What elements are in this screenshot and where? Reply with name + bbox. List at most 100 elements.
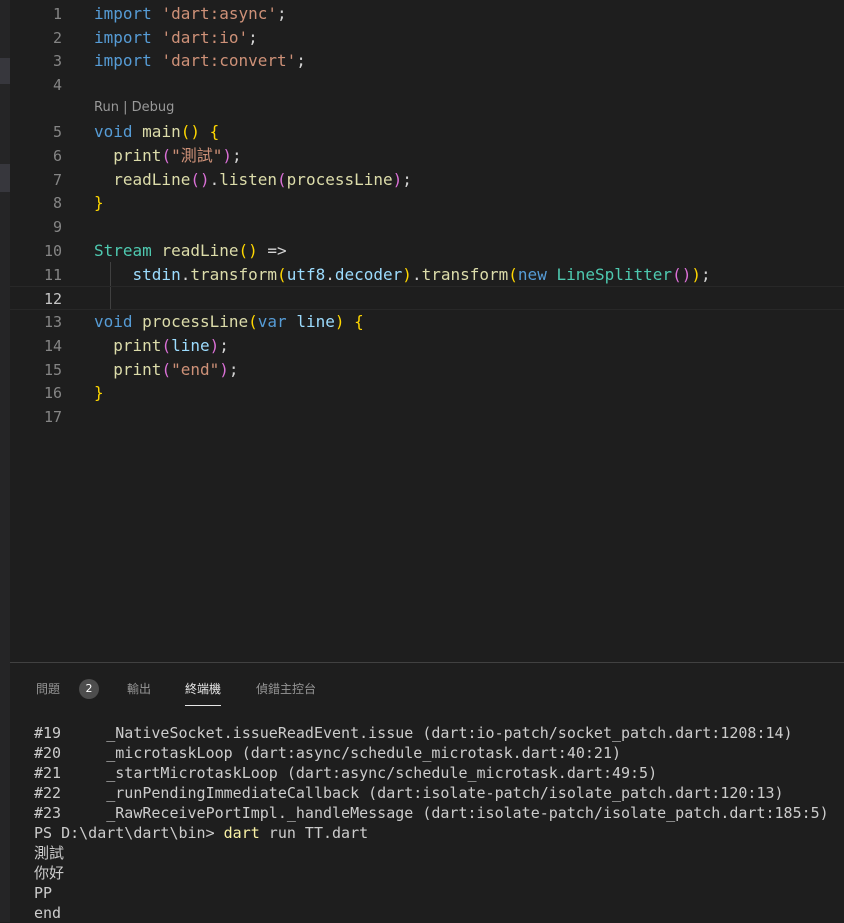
code-text: import 'dart:convert'; [94, 49, 306, 73]
tab-debug-console[interactable]: 偵錯主控台 [256, 679, 316, 699]
code-token: . [209, 170, 220, 189]
code-token: utf8 [286, 265, 326, 284]
code-token: 'dart:async' [161, 4, 278, 23]
line-number: 4 [52, 76, 62, 94]
code-token: ; [232, 146, 242, 165]
terminal-line: #19 _NativeSocket.issueReadEvent.issue (… [34, 724, 793, 742]
debug-codelens[interactable]: Debug [132, 100, 175, 115]
code-token: ; [228, 360, 239, 379]
code-token: { [209, 122, 220, 141]
code-token: line [171, 336, 210, 355]
code-line[interactable]: 11 stdin.transform(utf8.decoder).transfo… [10, 263, 844, 287]
code-line[interactable]: 6 print("測試"); [10, 144, 844, 168]
code-line[interactable]: 16} [10, 381, 844, 405]
code-line[interactable]: 7 readLine().listen(processLine); [10, 168, 844, 192]
code-token: ; [700, 265, 711, 284]
code-token: readLine [161, 241, 239, 260]
terminal-output-line: PP [34, 884, 53, 902]
line-number: 14 [43, 337, 62, 355]
line-number: 12 [43, 290, 62, 308]
panel-tabs: 問題 2 輸出 終端機 偵錯主控台 [10, 663, 844, 711]
code-token: ) [402, 265, 412, 284]
terminal-output-line: end [34, 904, 62, 922]
code-token: readLine [113, 170, 191, 189]
code-token: ( [277, 170, 287, 189]
code-token: ) [334, 312, 345, 331]
code-token: ; [402, 170, 412, 189]
line-number: 17 [43, 408, 62, 426]
codelens: Run | Debug [94, 98, 174, 118]
terminal-line: #21 _startMicrotaskLoop (dart:async/sche… [34, 764, 658, 782]
code-token: LineSplitter [556, 265, 673, 284]
line-number: 13 [43, 313, 62, 331]
code-line[interactable]: 14 print(line); [10, 334, 844, 358]
code-line[interactable]: 2 import 'dart:io'; [10, 26, 844, 50]
code-editor[interactable]: Run | Debug 1 import 'dart:async'; 2 import… [10, 0, 844, 662]
code-line[interactable]: 8} [10, 191, 844, 215]
code-token: new [517, 265, 547, 284]
code-token: line [296, 312, 335, 331]
code-token: . [325, 265, 335, 284]
code-token: ( [161, 336, 172, 355]
code-line[interactable]: 15 print("end"); [10, 358, 844, 382]
terminal[interactable]: #19 _NativeSocket.issueReadEvent.issue (… [34, 723, 834, 923]
tab-problems[interactable]: 問題 [36, 679, 60, 699]
code-token: ; [277, 4, 287, 23]
code-line[interactable]: 9 [10, 215, 844, 239]
line-number: 16 [43, 384, 62, 402]
code-token: ( [161, 146, 172, 165]
code-token: import [94, 28, 152, 47]
code-token: => [257, 241, 287, 260]
code-token: } [94, 193, 104, 212]
code-token: ( [161, 360, 172, 379]
line-number: 5 [52, 123, 62, 141]
code-text: import 'dart:io'; [94, 26, 258, 50]
tab-output[interactable]: 輸出 [127, 679, 151, 699]
code-token: ( [508, 265, 518, 284]
terminal-output-line: 你好 [34, 864, 65, 882]
tab-terminal[interactable]: 終端機 [185, 679, 222, 706]
code-token: ( [248, 312, 258, 331]
prompt-path: PS D:\dart\dart\bin> [34, 824, 224, 842]
code-token: "end" [171, 360, 220, 379]
code-token: . [180, 265, 191, 284]
code-token: { [354, 312, 364, 331]
code-line[interactable]: 1 import 'dart:async'; [10, 2, 844, 26]
sidebar-highlight [0, 58, 10, 84]
line-number: 3 [52, 52, 62, 70]
run-codelens[interactable]: Run [94, 100, 119, 115]
code-token: transform [421, 265, 509, 284]
code-line[interactable]: 3 import 'dart:convert'; [10, 49, 844, 73]
code-text: } [94, 191, 104, 215]
code-text: print(line); [94, 334, 229, 358]
prompt-command: dart [223, 824, 260, 842]
code-text: void processLine(var line) { [94, 310, 364, 334]
code-token: print [113, 146, 162, 165]
code-token: 'dart:io' [161, 28, 249, 47]
code-token: void [94, 312, 133, 331]
code-token: decoder [334, 265, 403, 284]
code-token: listen [219, 170, 278, 189]
activity-strip [0, 0, 10, 922]
code-line[interactable]: 12 [10, 286, 844, 310]
codelens-separator: | [118, 100, 132, 115]
code-line[interactable]: 4 [10, 73, 844, 97]
code-token: ; [296, 51, 306, 70]
code-line[interactable]: 10 Stream readLine() => [10, 239, 844, 263]
code-token: } [94, 383, 104, 402]
code-line[interactable]: 13 void processLine(var line) { [10, 310, 844, 334]
code-token: () [238, 241, 258, 260]
code-line[interactable]: 5 void main() { [10, 120, 844, 144]
code-token: () [180, 122, 200, 141]
code-text: readLine().listen(processLine); [94, 168, 412, 192]
code-line[interactable]: 17 [10, 405, 844, 429]
code-token: ) [691, 265, 701, 284]
